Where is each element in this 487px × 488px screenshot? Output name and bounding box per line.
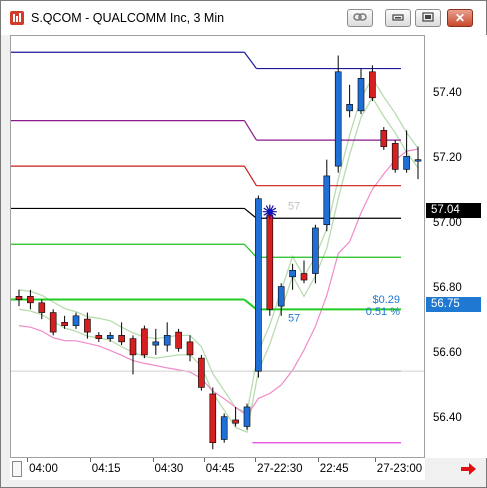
candle-body <box>391 143 399 170</box>
candle-body <box>334 71 342 167</box>
candle-body <box>323 175 331 226</box>
level-label-lower: 57 <box>288 312 300 324</box>
candle-body <box>300 273 308 281</box>
time-axis[interactable]: 04:00 04:15 04:30 04:45 27-22:30 22:45 27-23:0… <box>10 458 425 480</box>
candle-body <box>346 104 353 112</box>
candle-body <box>357 77 365 112</box>
candle-body <box>289 269 296 278</box>
time-tick-label: 04:15 <box>91 463 121 475</box>
bars-icon <box>10 11 24 25</box>
candle-body <box>255 198 262 372</box>
restore-icon <box>422 11 434 25</box>
restore-button[interactable] <box>415 9 441 27</box>
candle-body <box>277 286 285 307</box>
time-tick <box>89 458 91 462</box>
candle-body <box>49 312 57 333</box>
candle-body <box>106 335 114 339</box>
level-link-purple <box>243 120 257 141</box>
slow-average-line <box>18 148 419 417</box>
candle-body <box>369 71 376 99</box>
level-link-red <box>243 165 257 186</box>
candle-body <box>95 335 103 339</box>
candle-body <box>198 357 205 388</box>
candle-body <box>380 130 388 147</box>
candle-body <box>186 341 194 356</box>
minimize-icon <box>392 12 404 25</box>
candle-body <box>84 318 91 333</box>
time-tick <box>152 458 154 462</box>
level-label-upper: 57 <box>288 201 300 213</box>
price-tick-label: 57.40 <box>433 86 462 99</box>
candle-body <box>243 406 251 427</box>
time-tick-label: 04:30 <box>154 463 184 475</box>
time-tick <box>374 458 376 462</box>
cursor-marker-icon <box>266 208 273 215</box>
price-tick-label: 57.20 <box>433 151 462 164</box>
level-link-black <box>244 207 257 219</box>
price-tick-label: 57.00 <box>433 216 462 229</box>
chain-link-icon <box>353 12 367 25</box>
time-tick <box>27 458 29 462</box>
close-button[interactable]: ✕ <box>447 9 473 27</box>
time-tick-label: 04:00 <box>29 463 58 475</box>
link-button[interactable] <box>347 9 373 27</box>
candle-body <box>209 393 217 444</box>
candle-body <box>118 335 125 343</box>
level-link-navy <box>243 51 257 69</box>
minimize-button[interactable] <box>385 9 411 27</box>
candle-body <box>72 315 80 326</box>
time-tick-label: 22:45 <box>319 463 349 475</box>
current-price-badge: 57.04 <box>426 202 481 218</box>
candle-body <box>175 331 182 349</box>
candle-body <box>220 416 228 440</box>
title-bar[interactable]: S.QCOM - QUALCOMM Inc, 3 Min ✕ <box>1 1 486 35</box>
time-tick <box>255 458 257 462</box>
chart-window: S.QCOM - QUALCOMM Inc, 3 Min ✕ 57 57 $0.29… <box>0 0 487 488</box>
chart-plot-area[interactable]: 57 57 $0.29 0.51 % <box>10 35 425 458</box>
candle-body <box>312 227 319 274</box>
candle-body <box>129 338 137 356</box>
time-tick-label: 27-22:30 <box>257 463 303 475</box>
level-link-green <box>243 243 257 258</box>
candle-body <box>15 296 23 300</box>
window-title: S.QCOM - QUALCOMM Inc, 3 Min <box>31 11 225 25</box>
cursor-price-badge: 56.75 <box>426 297 481 313</box>
candle-body <box>27 296 34 304</box>
time-tick-label: 27-23:00 <box>376 463 423 475</box>
price-tick-label: 56.80 <box>433 281 462 294</box>
axis-corner-box <box>12 461 22 477</box>
candle-body <box>38 302 46 313</box>
candle-body <box>414 159 422 162</box>
time-tick-label: 04:45 <box>205 463 235 475</box>
candle-body <box>266 214 274 310</box>
time-tick <box>317 458 319 462</box>
change-percent-label: 0.51 % <box>366 306 400 318</box>
close-icon: ✕ <box>454 11 466 25</box>
candle-body <box>141 328 148 356</box>
candlestick-chart[interactable]: 57 57 $0.290.51 % <box>11 36 425 458</box>
price-tick-label: 56.60 <box>433 346 462 359</box>
candle-body <box>232 419 239 424</box>
change-value-label: $0.29 <box>372 294 400 306</box>
candle-body <box>61 322 68 326</box>
candle-body <box>163 335 171 346</box>
level-link-bright-green <box>243 298 258 311</box>
price-axis[interactable]: 57.40 57.20 57.00 56.80 56.60 56.40 57.04 56.… <box>425 35 487 458</box>
candle-body <box>152 341 160 346</box>
time-tick <box>203 458 205 462</box>
candle-body <box>403 156 410 170</box>
price-tick-label: 56.40 <box>433 411 462 424</box>
arrow-right-icon[interactable] <box>459 462 477 476</box>
